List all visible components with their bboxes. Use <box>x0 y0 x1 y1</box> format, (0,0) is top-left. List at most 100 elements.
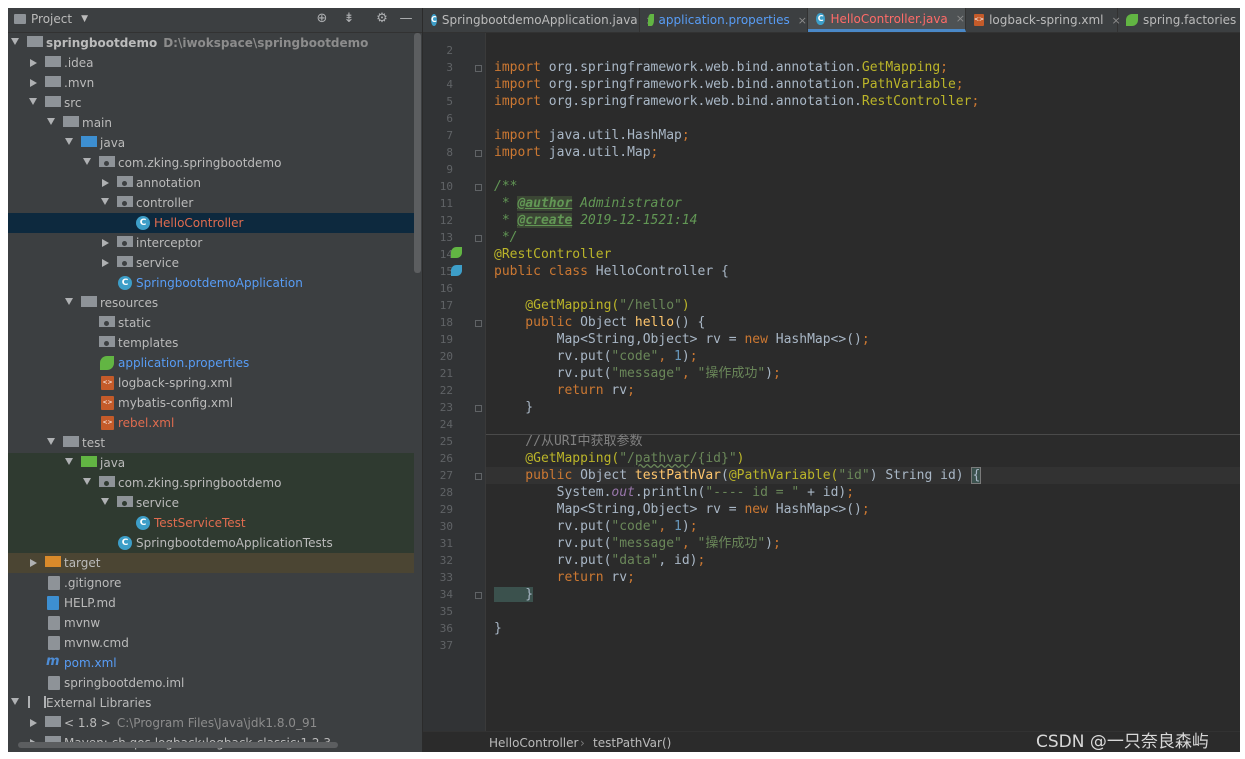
jdk-icon <box>45 716 61 727</box>
tree-item-annotation[interactable]: annotation <box>8 173 414 193</box>
tree-item-service[interactable]: service <box>8 253 414 273</box>
chevron-right-icon[interactable] <box>102 259 109 267</box>
tree-item-label: .gitignore <box>64 576 122 590</box>
chevron-right-icon[interactable] <box>30 559 37 567</box>
tree-item-mybatis-config[interactable]: <> mybatis-config.xml <box>8 393 414 413</box>
fold-marker-icon[interactable] <box>475 405 482 412</box>
tab-spring-factories[interactable]: spring.factories <box>1118 8 1240 32</box>
fold-marker-icon[interactable] <box>475 473 482 480</box>
project-panel: Project ▼ ⊕ ⇟ ⚙ — springbootdemo D:\iwoks… <box>8 8 422 752</box>
tree-item-test-service[interactable]: service <box>8 493 414 513</box>
spring-bean-icon[interactable] <box>451 247 462 258</box>
chevron-right-icon[interactable] <box>30 59 37 67</box>
tree-item-logback-spring[interactable]: <> logback-spring.xml <box>8 373 414 393</box>
spring-bean-icon[interactable] <box>451 265 462 276</box>
tree-item-interceptor[interactable]: interceptor <box>8 233 414 253</box>
fold-marker-icon[interactable] <box>475 320 482 327</box>
tree-item-label: HELP.md <box>64 596 116 610</box>
tab-logback-spring[interactable]: <> logback-spring.xml × <box>966 8 1121 32</box>
breadcrumb-method[interactable]: testPathVar() <box>593 736 671 750</box>
fold-marker-icon[interactable] <box>475 150 482 157</box>
line-number: 16 <box>439 282 453 295</box>
tree-item-external-libraries[interactable]: External Libraries <box>8 693 414 713</box>
chevron-down-icon[interactable] <box>29 98 37 105</box>
source-folder-icon <box>81 136 97 147</box>
chevron-down-icon[interactable] <box>101 198 109 205</box>
tree-item-resources[interactable]: resources <box>8 293 414 313</box>
tree-item-mvnw-cmd[interactable]: mvnw.cmd <box>8 633 414 653</box>
tree-item-label: static <box>118 316 151 330</box>
tree-item-testservicetest[interactable]: C TestServiceTest <box>8 513 414 533</box>
tree-item-main[interactable]: main <box>8 113 414 133</box>
tree-item-java[interactable]: java <box>8 133 414 153</box>
project-view-selector[interactable]: Project ▼ <box>14 12 88 26</box>
tree-item-jdk[interactable]: < 1.8 > C:\Program Files\Java\jdk1.8.0_91 <box>8 713 414 733</box>
close-icon[interactable]: × <box>798 14 807 27</box>
chevron-down-icon[interactable] <box>65 298 73 305</box>
editor-gutter[interactable]: 2 3 4 5 6 7 8 9 10 11 12 13 14 15 16 17 … <box>423 33 486 731</box>
tree-item-springbootdemoapplicationtests[interactable]: C SpringbootdemoApplicationTests <box>8 533 414 553</box>
chevron-right-icon[interactable] <box>102 179 109 187</box>
tree-item-templates[interactable]: templates <box>8 333 414 353</box>
fold-marker-icon[interactable] <box>475 592 482 599</box>
project-tree[interactable]: springbootdemo D:\iwokspace\springbootdem… <box>8 33 422 752</box>
close-icon[interactable]: × <box>956 12 965 25</box>
chevron-right-icon[interactable] <box>30 79 37 87</box>
tree-item-mvnw[interactable]: mvnw <box>8 613 414 633</box>
chevron-down-icon[interactable] <box>11 698 19 705</box>
tab-hellocontroller[interactable]: C HelloController.java × <box>808 8 966 32</box>
tab-application-properties[interactable]: application.properties × <box>640 8 808 32</box>
tree-item-target[interactable]: target <box>8 553 414 573</box>
chevron-down-icon[interactable] <box>47 438 55 445</box>
fold-marker-icon[interactable] <box>475 184 482 191</box>
breadcrumb-class[interactable]: HelloController <box>489 736 578 750</box>
tab-label: HelloController.java <box>830 11 948 26</box>
tree-item-test-package[interactable]: com.zking.springbootdemo <box>8 473 414 493</box>
tree-item-label: rebel.xml <box>118 416 175 430</box>
tree-item-test[interactable]: test <box>8 433 414 453</box>
tree-item-springbootdemo[interactable]: springbootdemo D:\iwokspace\springbootdem… <box>8 33 414 53</box>
fold-marker-icon[interactable] <box>475 65 482 72</box>
folder-icon <box>63 116 79 127</box>
chevron-down-icon[interactable] <box>65 458 73 465</box>
line-number: 31 <box>439 537 453 550</box>
collapse-icon[interactable]: ⇟ <box>341 11 357 27</box>
tree-item-rebel[interactable]: <> rebel.xml <box>8 413 414 433</box>
tree-item-gitignore[interactable]: .gitignore <box>8 573 414 593</box>
test-class-icon: C <box>136 516 150 530</box>
horizontal-scrollbar[interactable] <box>18 742 338 748</box>
tree-item-controller[interactable]: controller <box>8 193 414 213</box>
tree-item-application-properties[interactable]: application.properties <box>8 353 414 373</box>
class-icon: C <box>136 216 150 230</box>
chevron-down-icon[interactable] <box>11 38 19 45</box>
tab-springbootdemoapplication[interactable]: C SpringbootdemoApplication.java × <box>423 8 655 32</box>
tree-item-static[interactable]: static <box>8 313 414 333</box>
tree-item-label: mvnw.cmd <box>64 636 129 650</box>
tree-item-idea[interactable]: .idea <box>8 53 414 73</box>
tree-item-mvn[interactable]: .mvn <box>8 73 414 93</box>
tree-item-src[interactable]: src <box>8 93 414 113</box>
code-line: } <box>494 400 534 415</box>
vertical-scrollbar[interactable] <box>414 33 421 273</box>
tree-item-hellocontroller[interactable]: C HelloController <box>8 213 414 233</box>
settings-icon[interactable]: ⚙ <box>374 11 390 27</box>
tree-item-package[interactable]: com.zking.springbootdemo <box>8 153 414 173</box>
chevron-down-icon[interactable] <box>83 158 91 165</box>
tree-item-iml[interactable]: springbootdemo.iml <box>8 673 414 693</box>
chevron-down-icon[interactable] <box>47 118 55 125</box>
minimize-icon[interactable]: — <box>398 11 414 27</box>
chevron-right-icon[interactable] <box>30 719 37 727</box>
code-editor[interactable]: import org.springframework.web.bind.anno… <box>486 33 1240 731</box>
tab-label: spring.factories <box>1143 13 1237 27</box>
tree-item-pom-xml[interactable]: m pom.xml <box>8 653 414 673</box>
fold-marker-icon[interactable] <box>475 235 482 242</box>
tree-item-help-md[interactable]: HELP.md <box>8 593 414 613</box>
tree-item-test-java[interactable]: java <box>8 453 414 473</box>
chevron-down-icon[interactable] <box>83 478 91 485</box>
tree-item-label: templates <box>118 336 179 350</box>
tree-item-springbootdemoapplication[interactable]: C SpringbootdemoApplication <box>8 273 414 293</box>
chevron-down-icon[interactable] <box>65 138 73 145</box>
gear-icon[interactable]: ⊕ <box>314 11 330 27</box>
chevron-right-icon[interactable] <box>102 239 109 247</box>
chevron-down-icon[interactable] <box>101 498 109 505</box>
